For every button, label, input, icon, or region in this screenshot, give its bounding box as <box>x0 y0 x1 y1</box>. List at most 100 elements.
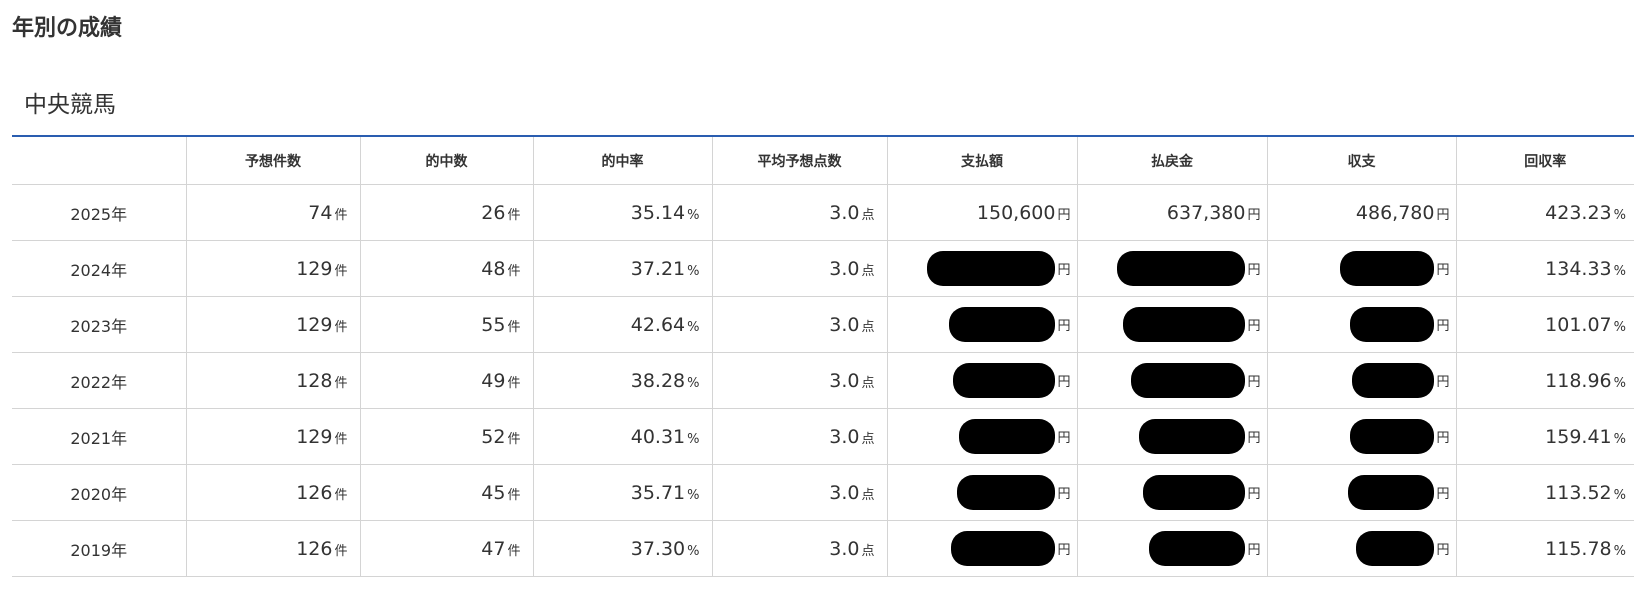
hit-rate-cell-unit: % <box>687 543 700 559</box>
payout-cell: 637,380 円 <box>1076 184 1267 241</box>
hit-rate-cell-unit: % <box>687 375 700 391</box>
avg-points-cell-value: 3.0 <box>829 481 860 504</box>
hit-rate-cell-value: 35.14 <box>630 201 686 224</box>
predictions-cell: 129 件 <box>185 408 360 465</box>
avg-points-cell-unit: 点 <box>861 375 875 391</box>
hit-rate-cell-value: 35.71 <box>630 481 686 504</box>
table-row: 2023年 129 件 55 件 42.64% 3.0 点円円円 101.07% <box>12 296 1634 353</box>
column-header-hits: 的中数 <box>359 136 533 185</box>
avg-points-cell: 3.0 点 <box>711 464 887 521</box>
predictions-cell: 128 件 <box>185 352 360 409</box>
year-cell: 2019年 <box>12 520 186 577</box>
hits-cell-unit: 件 <box>507 319 521 335</box>
paid-cell: 円 <box>886 296 1077 353</box>
balance-cell-unit: 円 <box>1436 487 1450 502</box>
hits-cell-unit: 件 <box>507 207 521 223</box>
predictions-cell: 129 件 <box>185 240 360 297</box>
return-rate-cell-value: 118.96 <box>1545 369 1612 392</box>
hit-rate-cell: 42.64% <box>532 296 712 353</box>
redaction-block <box>1139 419 1246 454</box>
payout-cell-unit: 円 <box>1247 207 1261 223</box>
avg-points-cell-unit: 点 <box>861 487 875 503</box>
return-rate-cell-unit: % <box>1613 487 1626 503</box>
hits-cell: 45 件 <box>359 464 533 521</box>
hit-rate-cell-value: 37.21 <box>630 257 686 280</box>
paid-cell: 円 <box>886 240 1077 297</box>
paid-cell-unit: 円 <box>1057 487 1071 502</box>
balance-cell: 円 <box>1266 352 1456 409</box>
hits-cell-value: 47 <box>481 537 506 560</box>
return-rate-cell-unit: % <box>1613 207 1626 223</box>
avg-points-cell: 3.0 点 <box>711 352 887 409</box>
avg-points-cell-unit: 点 <box>861 431 875 447</box>
paid-cell: 円 <box>886 352 1077 409</box>
return-rate-cell-unit: % <box>1613 319 1626 335</box>
predictions-cell-value: 126 <box>296 537 333 560</box>
hits-cell-value: 48 <box>481 257 506 280</box>
predictions-cell-unit: 件 <box>334 431 348 447</box>
year-cell: 2022年 <box>12 352 186 409</box>
table-row: 2025年 74 件 26 件 35.14% 3.0 点 150,600 円 637,380 円 486… <box>12 184 1634 241</box>
hits-cell-unit: 件 <box>507 263 521 279</box>
hits-cell-unit: 件 <box>507 543 521 559</box>
predictions-cell: 126 件 <box>185 520 360 577</box>
hit-rate-cell-unit: % <box>687 207 700 223</box>
balance-cell-value: 486,780 <box>1355 201 1435 224</box>
redaction-block <box>1348 475 1435 510</box>
table-body: 2025年 74 件 26 件 35.14% 3.0 点 150,600 円 637,380 円 486… <box>12 184 1634 577</box>
table-row: 2021年 129 件 52 件 40.31% 3.0 点円円円 159.41% <box>12 408 1634 465</box>
hits-cell: 52 件 <box>359 408 533 465</box>
hit-rate-cell: 37.30% <box>532 520 712 577</box>
paid-cell-value: 150,600 <box>976 201 1056 224</box>
payout-cell-unit: 円 <box>1247 375 1261 390</box>
redaction-block <box>1149 531 1246 566</box>
column-header-hit-rate: 的中率 <box>532 136 712 185</box>
return-rate-cell-unit: % <box>1613 375 1626 391</box>
return-rate-cell-value: 115.78 <box>1545 537 1612 560</box>
hits-cell-value: 55 <box>481 313 506 336</box>
hits-cell: 47 件 <box>359 520 533 577</box>
return-rate-cell-value: 134.33 <box>1545 257 1612 280</box>
section-title: 中央競馬 <box>24 92 116 118</box>
redaction-block <box>951 531 1056 566</box>
yearly-results-table: 予想件数 的中数 的中率 平均予想点数 支払額 払戻金 収支 回収率 2025年… <box>12 135 1634 577</box>
payout-cell: 円 <box>1076 520 1267 577</box>
redaction-block <box>959 419 1056 454</box>
predictions-cell-unit: 件 <box>334 375 348 391</box>
avg-points-cell-unit: 点 <box>861 319 875 335</box>
page-title: 年別の成績 <box>12 16 123 41</box>
paid-cell-unit: 円 <box>1057 543 1071 558</box>
payout-cell: 円 <box>1076 408 1267 465</box>
avg-points-cell-value: 3.0 <box>829 257 860 280</box>
payout-cell: 円 <box>1076 240 1267 297</box>
avg-points-cell-value: 3.0 <box>829 537 860 560</box>
table-header-row: 予想件数 的中数 的中率 平均予想点数 支払額 払戻金 収支 回収率 <box>12 136 1634 185</box>
balance-cell-unit: 円 <box>1436 431 1450 446</box>
paid-cell-unit: 円 <box>1057 263 1071 278</box>
return-rate-cell: 159.41% <box>1455 408 1634 465</box>
column-header-balance: 収支 <box>1266 136 1456 185</box>
return-rate-cell-unit: % <box>1613 431 1626 447</box>
hits-cell: 48 件 <box>359 240 533 297</box>
predictions-cell-unit: 件 <box>334 543 348 559</box>
hit-rate-cell-unit: % <box>687 263 700 279</box>
predictions-cell: 126 件 <box>185 464 360 521</box>
hit-rate-cell: 35.71% <box>532 464 712 521</box>
balance-cell-unit: 円 <box>1436 263 1450 278</box>
balance-cell-unit: 円 <box>1436 543 1450 558</box>
redaction-block <box>1131 363 1246 398</box>
payout-cell-unit: 円 <box>1247 431 1261 446</box>
payout-cell-unit: 円 <box>1247 319 1261 334</box>
redaction-block <box>1352 363 1435 398</box>
avg-points-cell-value: 3.0 <box>829 425 860 448</box>
payout-cell: 円 <box>1076 352 1267 409</box>
hit-rate-cell: 38.28% <box>532 352 712 409</box>
return-rate-cell: 134.33% <box>1455 240 1634 297</box>
paid-cell-unit: 円 <box>1057 207 1071 223</box>
paid-cell: 円 <box>886 520 1077 577</box>
balance-cell-unit: 円 <box>1436 375 1450 390</box>
column-header-avg-points: 平均予想点数 <box>711 136 887 185</box>
hit-rate-cell-unit: % <box>687 487 700 503</box>
redaction-block <box>927 251 1056 286</box>
redaction-block <box>1356 531 1435 566</box>
